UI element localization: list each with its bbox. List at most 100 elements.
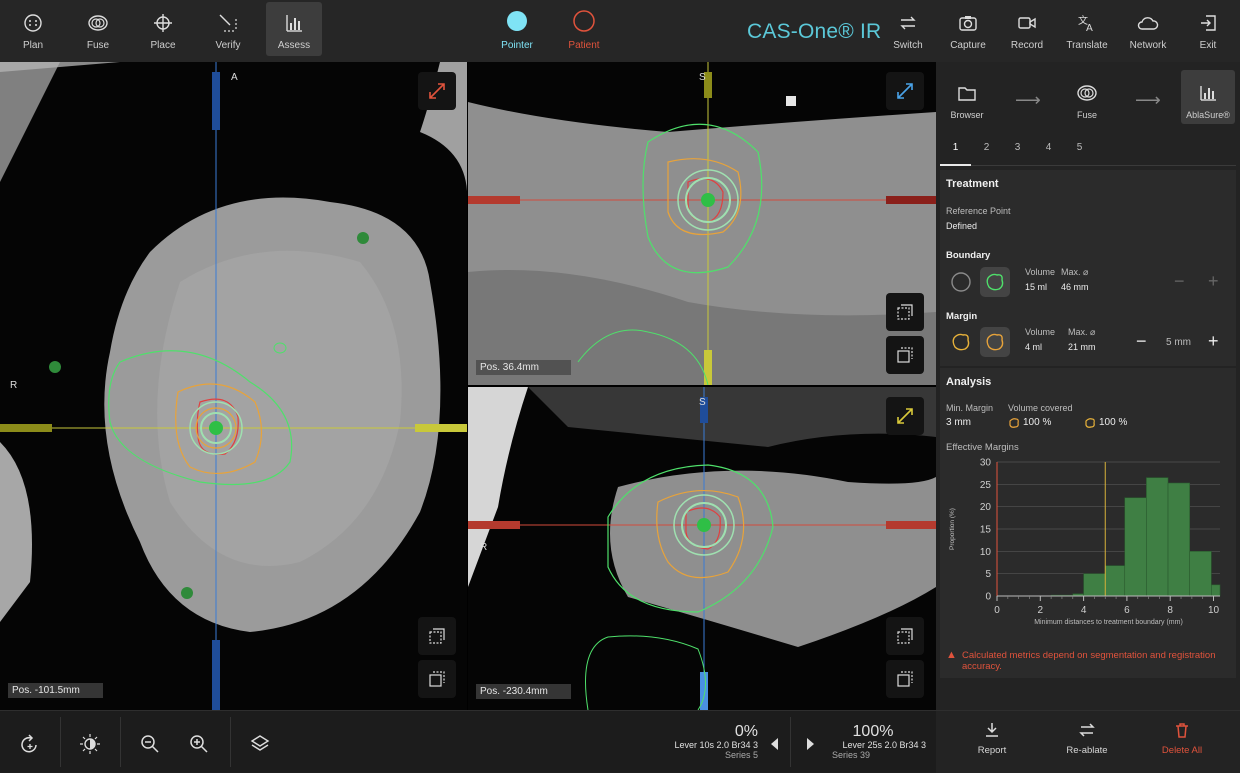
coronal-maximize-button[interactable] (886, 397, 924, 435)
zoom-out-button[interactable] (136, 731, 164, 757)
plan-icon (24, 14, 42, 32)
boundary-minus-button[interactable]: − (1174, 272, 1185, 290)
right-series-line1: Lever 25s 2.0 Br34 3 (842, 740, 926, 750)
target-tabs: 1 2 3 4 5 (940, 136, 1236, 166)
treatment-card: Treatment Reference Point Defined Bounda… (940, 170, 1236, 366)
patient-mode-button[interactable]: Patient (556, 2, 612, 56)
right-series-line2: Series 39 (832, 750, 871, 760)
margin-max-label: Max. ⌀ (1068, 327, 1096, 337)
axial-maximize-button[interactable] (418, 72, 456, 110)
chart-ytick-label: 0 (985, 592, 991, 603)
margin-contour-button[interactable] (980, 327, 1010, 357)
tab-1[interactable]: 1 (940, 142, 971, 166)
translate-button[interactable]: 文A Translate (1059, 2, 1115, 56)
axial-orient-left: R (10, 380, 18, 391)
boundary-volume-label: Volume (1025, 267, 1056, 277)
axial-layer-button[interactable] (418, 660, 456, 698)
sagittal-roi-button[interactable] (886, 293, 924, 331)
triangle-left-icon (771, 738, 778, 750)
right-series-info: 100% Lever 25s 2.0 Br34 3 Series 39 (820, 724, 926, 761)
roi-select-icon (897, 304, 913, 320)
covered-value-2: 100 % (1099, 417, 1128, 428)
layer-overlay-icon (897, 347, 913, 363)
boundary-title: Boundary (946, 250, 991, 261)
effective-margins-chart: 0 5 10 15 20 25 30 0 2 4 6 8 10 Minimum distances to … (949, 458, 1221, 626)
zoom-in-button[interactable] (185, 731, 213, 757)
verify-button[interactable]: Verify (200, 2, 256, 56)
margin-plus-button[interactable]: + (1208, 332, 1219, 350)
window-level-button[interactable] (76, 731, 104, 757)
reference-point-value: Defined (946, 221, 978, 231)
assess-button[interactable]: Assess (266, 2, 322, 56)
place-button[interactable]: Place (135, 2, 191, 56)
workflow-fuse[interactable]: Fuse (1060, 70, 1114, 124)
sagittal-ct-image (468, 62, 936, 385)
chart-ytick-label: 10 (980, 547, 992, 558)
plan-button[interactable]: Plan (5, 2, 61, 56)
pointer-dot-icon (507, 11, 527, 31)
orange-contour-icon (986, 333, 1004, 351)
boundary-contour-button[interactable] (980, 267, 1010, 297)
exit-icon (1201, 15, 1216, 31)
sagittal-position-label: Pos. 36.4mm (476, 360, 571, 375)
workflow-ablasure[interactable]: AblaSure® (1181, 70, 1235, 124)
margin-minus-button[interactable]: − (1136, 332, 1147, 350)
sagittal-viewport[interactable]: S Pos. 36.4mm (468, 62, 936, 385)
workflow-browser[interactable]: Browser (940, 70, 994, 124)
coronal-position-label: Pos. -230.4mm (476, 684, 571, 699)
workflow-fuse-label: Fuse (1076, 110, 1097, 120)
camera-icon (959, 16, 977, 31)
coronal-roi-button[interactable] (886, 617, 924, 655)
chart-ytick-label: 5 (985, 569, 991, 580)
capture-button[interactable]: Capture (940, 2, 996, 56)
report-button[interactable]: Report (957, 721, 1027, 756)
switch-button[interactable]: Switch (880, 2, 936, 56)
analysis-title: Analysis (946, 376, 992, 388)
coronal-layer-button[interactable] (886, 660, 924, 698)
coronal-orient-left: R (480, 542, 488, 553)
tab-3[interactable]: 3 (1002, 142, 1033, 166)
reablate-button[interactable]: Re-ablate (1052, 721, 1122, 756)
margin-sphere-button[interactable] (946, 327, 976, 357)
record-button[interactable]: Record (999, 2, 1055, 56)
previous-series-button[interactable] (760, 731, 788, 757)
axial-orient-top: A (231, 72, 238, 83)
chart-xtick-label: 8 (1167, 605, 1173, 616)
trash-icon (1176, 723, 1188, 738)
exit-button[interactable]: Exit (1180, 2, 1236, 56)
workflow-browser-label: Browser (950, 110, 984, 120)
network-button[interactable]: Network (1120, 2, 1176, 56)
left-series-line1: Lever 10s 2.0 Br34 3 (674, 740, 758, 750)
folder-icon (958, 87, 976, 101)
chart-bar (1104, 565, 1126, 597)
chart-bar (1124, 497, 1147, 597)
coronal-viewport[interactable]: S R Pos. -230.4mm (468, 387, 936, 710)
plan-label: Plan (22, 40, 43, 51)
rotate-reset-button[interactable] (16, 731, 44, 757)
reablate-icon (1079, 723, 1095, 737)
layer-overlay-icon (897, 671, 913, 687)
chart-bar (1211, 584, 1221, 597)
tab-4[interactable]: 4 (1033, 142, 1064, 166)
pointer-mode-button[interactable]: Pointer (489, 2, 545, 56)
sagittal-layer-button[interactable] (886, 336, 924, 374)
sagittal-orient-top: S (699, 72, 706, 83)
volume-covered-label: Volume covered (1008, 403, 1073, 413)
verify-label: Verify (215, 40, 241, 51)
translate-icon: 文A (1078, 14, 1093, 33)
layers-button[interactable] (246, 731, 274, 757)
axial-roi-button[interactable] (418, 617, 456, 655)
sagittal-maximize-button[interactable] (886, 72, 924, 110)
boundary-plus-button[interactable]: + (1208, 272, 1219, 290)
tab-2[interactable]: 2 (971, 142, 1002, 166)
axial-position-label: Pos. -101.5mm (8, 683, 103, 698)
delete-all-button[interactable]: Delete All (1147, 721, 1217, 756)
brand-title: CAS-One® IR (747, 20, 882, 43)
fuse-button[interactable]: Fuse (70, 2, 126, 56)
axial-viewport[interactable]: A R Pos. -101.5mm (0, 62, 467, 710)
boundary-sphere-button[interactable] (946, 267, 976, 297)
tab-5[interactable]: 5 (1064, 142, 1095, 166)
chart-bar (1189, 551, 1212, 597)
chart-ytick-label: 20 (980, 502, 992, 513)
download-icon (986, 723, 998, 737)
